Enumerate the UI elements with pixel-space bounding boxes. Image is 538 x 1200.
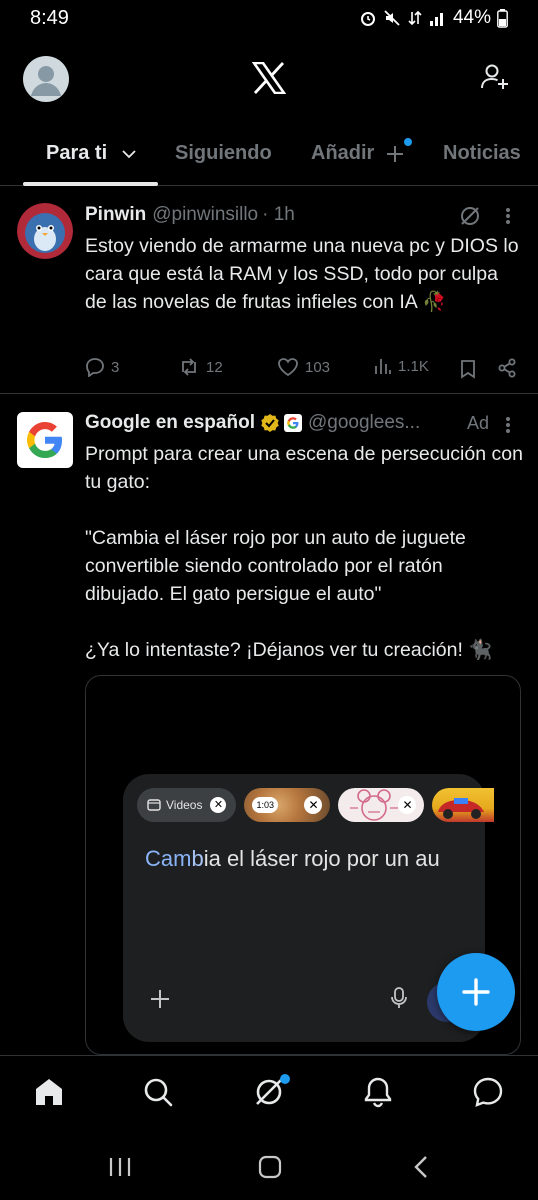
mute-icon xyxy=(384,10,400,26)
bookmark-icon[interactable] xyxy=(459,359,477,379)
affiliate-badge xyxy=(283,414,302,432)
mouse-drawing-thumbnail: ✕ xyxy=(338,788,425,822)
verified-gold-icon xyxy=(261,414,279,432)
cat-thumbnail: 1:03 ✕ xyxy=(244,788,331,822)
google-badge-icon xyxy=(287,417,299,429)
alarm-icon xyxy=(360,12,375,26)
author-handle[interactable]: @googlees... xyxy=(308,412,420,434)
tweet-actions: 3 12 103 1.1K xyxy=(85,357,525,383)
repost-icon xyxy=(182,358,196,376)
search-icon[interactable] xyxy=(142,1076,174,1108)
tweet[interactable]: Pinwin @pinwinsillo · 1h Estoy viendo de… xyxy=(0,187,538,394)
home-icon[interactable] xyxy=(33,1076,65,1108)
notification-dot xyxy=(280,1074,290,1084)
active-tab-indicator xyxy=(23,182,158,186)
tweet-text: Prompt para crear una escena de persecuc… xyxy=(85,443,523,661)
data-icon xyxy=(408,10,422,26)
system-navigation-bar xyxy=(0,1133,538,1200)
gemini-prompt-card: Videos ✕ 1:03 ✕ ✕ Cambia el láser rojo p… xyxy=(123,774,495,1042)
repost-button[interactable]: 12 xyxy=(178,357,223,377)
share-icon[interactable] xyxy=(497,358,517,378)
views-button[interactable]: 1.1K xyxy=(374,357,429,375)
author-name[interactable]: Pinwin xyxy=(85,204,146,226)
avatar[interactable] xyxy=(17,203,73,259)
notifications-bell-icon[interactable] xyxy=(362,1076,394,1108)
tweet-text: Estoy viendo de armarme una nueva pc y D… xyxy=(85,235,524,313)
tab-para-ti[interactable]: Para ti xyxy=(46,142,137,165)
google-logo-icon xyxy=(27,422,62,458)
like-button[interactable]: 103 xyxy=(277,357,330,377)
tweet-time: · 1h xyxy=(262,204,295,225)
grok-icon[interactable] xyxy=(459,205,481,227)
battery-icon xyxy=(497,8,508,28)
author-name[interactable]: Google en español xyxy=(85,412,255,434)
plus-icon xyxy=(462,978,490,1006)
top-bar xyxy=(0,52,538,108)
more-options-icon[interactable] xyxy=(505,207,511,225)
video-folder-icon xyxy=(147,799,161,811)
reply-icon xyxy=(86,358,104,377)
add-attachment-icon xyxy=(151,990,169,1008)
reply-button[interactable]: 3 xyxy=(85,357,119,377)
status-icons: 44% xyxy=(359,7,508,29)
toy-car-icon xyxy=(438,798,485,819)
attachment-chips: Videos ✕ 1:03 ✕ ✕ xyxy=(137,788,495,822)
toy-car-thumbnail xyxy=(432,788,495,822)
remove-chip-icon: ✕ xyxy=(210,797,227,813)
tab-siguiendo[interactable]: Siguiendo xyxy=(175,142,272,165)
prompt-input-text: Cambia el láser rojo por un au xyxy=(145,846,440,871)
bottom-navigation xyxy=(0,1055,538,1133)
timeline-tabs: Para ti Siguiendo Añadir Noticias xyxy=(0,130,538,186)
microphone-icon xyxy=(391,987,407,1008)
chevron-down-icon[interactable] xyxy=(121,148,137,160)
signal-icon xyxy=(429,13,443,26)
author-handle[interactable]: @pinwinsillo xyxy=(152,204,258,226)
tab-anadir[interactable]: Añadir xyxy=(311,142,404,165)
avatar[interactable] xyxy=(17,412,73,468)
status-bar: 8:49 44% xyxy=(0,0,538,40)
videos-chip: Videos ✕ xyxy=(137,788,237,822)
ad-label: Ad xyxy=(467,413,490,433)
tab-noticias[interactable]: Noticias xyxy=(443,142,521,165)
status-time: 8:49 xyxy=(30,7,69,29)
new-content-dot xyxy=(404,138,412,146)
profile-avatar[interactable] xyxy=(23,56,69,102)
compose-post-button[interactable] xyxy=(437,953,515,1031)
x-logo-icon xyxy=(251,61,287,99)
back-icon[interactable] xyxy=(410,1155,434,1179)
more-options-icon[interactable] xyxy=(505,416,511,434)
recent-apps-icon[interactable] xyxy=(108,1155,132,1179)
home-system-icon[interactable] xyxy=(258,1155,282,1179)
views-icon xyxy=(375,359,391,374)
battery-percent: 44% xyxy=(452,7,491,28)
follow-people-icon[interactable] xyxy=(480,62,510,97)
remove-thumb-icon: ✕ xyxy=(304,796,323,814)
thumb-duration: 1:03 xyxy=(252,797,279,813)
heart-icon xyxy=(278,358,298,377)
plus-icon xyxy=(386,145,403,162)
messages-icon[interactable] xyxy=(472,1076,504,1108)
